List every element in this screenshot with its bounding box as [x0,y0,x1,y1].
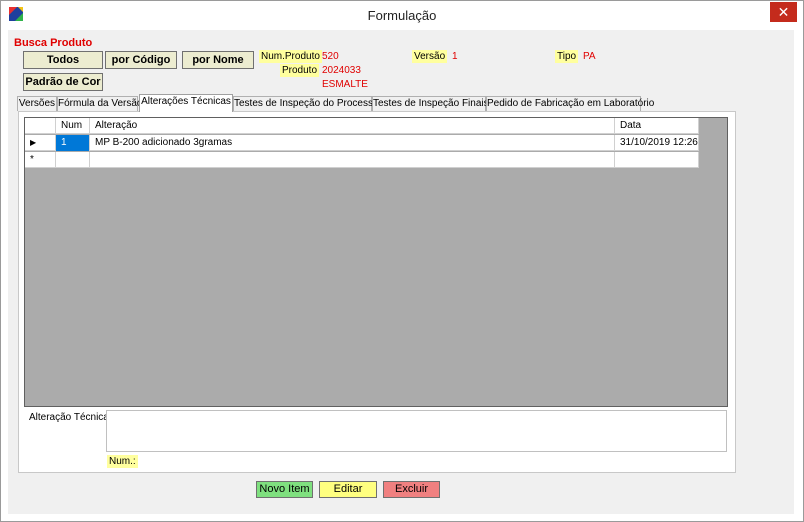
table-row[interactable]: ▶ 1 MP B-200 adicionado 3gramas 31/10/20… [25,135,699,151]
num-produto-value: 520 [322,51,339,62]
alteracao-tecnica-label: Alteração Técnica [29,412,109,423]
new-cell-num[interactable] [56,152,90,168]
column-header-alteracao[interactable]: Alteração [90,118,615,134]
produto-code: 2024033 [322,65,361,76]
versao-label: Versão [412,50,448,63]
cell-alteracao[interactable]: MP B-200 adicionado 3gramas [90,135,615,151]
column-header-num[interactable]: Num [56,118,90,134]
new-cell-data[interactable] [615,152,699,168]
produto-label: Produto [280,64,320,77]
window-title: Formulação [367,8,437,23]
tab-testes-inspecao-processo[interactable]: Testes de Inspeção do Processo [233,96,379,111]
por-codigo-button[interactable]: por Código [105,51,177,69]
novo-item-button[interactable]: Novo Item [256,481,313,498]
tipo-value: PA [583,51,596,62]
produto-name: ESMALTE [322,79,368,90]
todos-button[interactable]: Todos [23,51,103,69]
close-button[interactable]: ✕ [770,2,797,22]
cell-num[interactable]: 1 [56,135,90,151]
editar-button[interactable]: Editar [319,481,377,498]
excluir-button[interactable]: Excluir [383,481,440,498]
cell-data[interactable]: 31/10/2019 12:26 [615,135,699,151]
tab-pedido-fabricacao-laboratorio[interactable]: Pedido de Fabricação em Laboratório [486,96,654,111]
tipo-label: Tipo [555,50,579,63]
versao-value: 1 [452,51,458,62]
new-cell-alteracao[interactable] [90,152,615,168]
close-icon: ✕ [777,4,790,20]
por-nome-button[interactable]: por Nome [182,51,254,69]
padrao-de-cor-button[interactable]: Padrão de Cor [23,73,103,91]
busca-produto-label: Busca Produto [14,37,93,49]
tab-testes-inspecao-finais[interactable]: Testes de Inspeção Finais [372,96,489,111]
tab-alteracoes-tecnicas[interactable]: Alterações Técnicas [139,94,233,112]
grid-header-row: Num Alteração Data [25,118,699,134]
new-row-indicator: * [25,152,56,168]
tab-versoes[interactable]: Versões [17,96,57,111]
alteracao-tecnica-textarea[interactable] [106,410,727,452]
alteracoes-grid[interactable]: Num Alteração Data ▶ 1 MP B-200 adiciona… [24,117,728,407]
title-bar: Formulação ✕ [1,1,803,30]
tab-formula-da-versao[interactable]: Fórmula da Versão [57,96,143,111]
column-header-data[interactable]: Data [615,118,699,134]
num-produto-label: Num.Produto [259,50,322,63]
new-row[interactable]: * [25,152,699,168]
row-pointer-icon: ▶ [25,135,56,151]
num-label: Num.: [107,455,138,468]
row-header-corner [25,118,56,134]
